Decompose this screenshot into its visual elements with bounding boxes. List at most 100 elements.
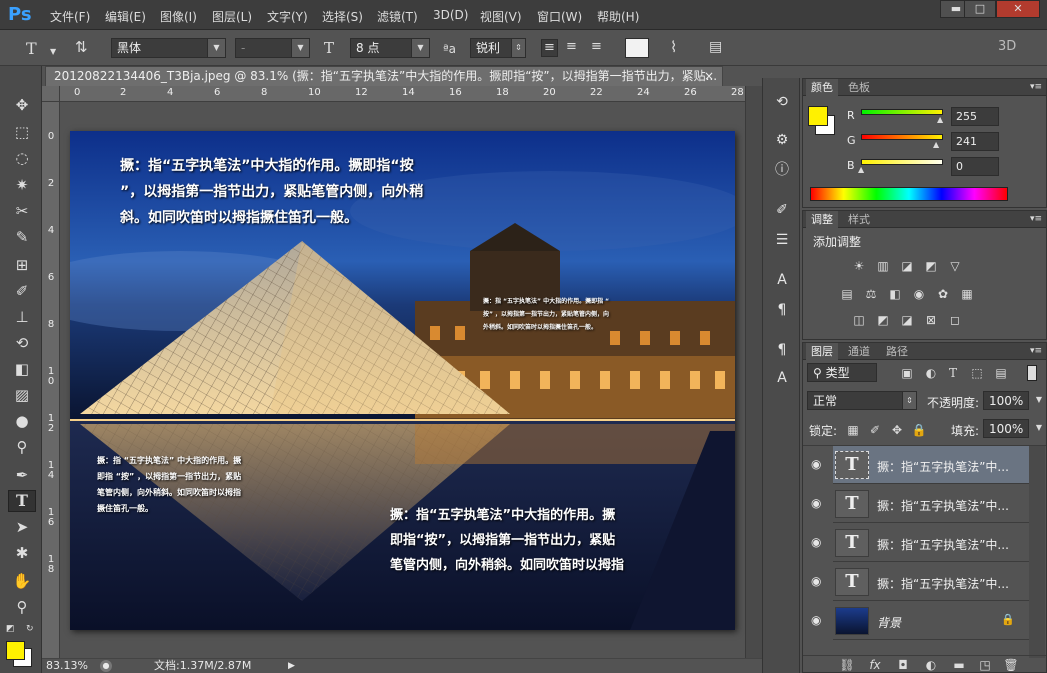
- channel-g-value[interactable]: 241: [951, 132, 999, 151]
- chevron-down-icon[interactable]: ▼: [1031, 421, 1047, 435]
- brush-tool-icon[interactable]: ✐: [8, 280, 36, 302]
- layer-row[interactable]: ▣ 背景 🔒: [833, 602, 1029, 640]
- maximize-button[interactable]: □: [964, 0, 996, 18]
- type-tool-icon[interactable]: T: [8, 490, 36, 512]
- panel-menu-icon[interactable]: ▾≡: [1030, 343, 1042, 360]
- slider-handle-icon[interactable]: ▲: [937, 115, 943, 124]
- layer-name[interactable]: 撅：指“五字执笔法”中...: [877, 497, 1009, 514]
- align-left-icon[interactable]: ≡: [541, 39, 558, 57]
- crop-tool-icon[interactable]: ✂: [8, 200, 36, 222]
- layer-row[interactable]: T 撅：指“五字执笔法”中...: [833, 524, 1029, 562]
- panel-menu-icon[interactable]: ▾≡: [1030, 211, 1042, 228]
- add-mask-icon[interactable]: ◘: [895, 658, 911, 672]
- paragraph-styles-icon[interactable]: ¶: [772, 340, 792, 360]
- gradient-map-icon[interactable]: ⊠: [923, 313, 939, 327]
- tab-channels[interactable]: 通道: [843, 343, 875, 360]
- document-tab[interactable]: 20120822134406_T3Bja.jpeg @ 83.1% (撅：指“五…: [45, 66, 723, 86]
- pen-tool-icon[interactable]: ✒: [8, 464, 36, 486]
- close-window-button[interactable]: ✕: [996, 0, 1040, 18]
- selective-color-icon[interactable]: ◻: [947, 313, 963, 327]
- eraser-tool-icon[interactable]: ◧: [8, 358, 36, 380]
- history-icon[interactable]: ⟲: [772, 92, 792, 112]
- text-orientation-icon[interactable]: ⇅: [75, 39, 88, 55]
- lock-position-icon[interactable]: ✥: [889, 423, 905, 437]
- font-style-select[interactable]: - ▼: [235, 38, 310, 58]
- 3d-mode-label[interactable]: 3D: [998, 39, 1016, 55]
- info-cam-icon[interactable]: ⚙: [772, 130, 792, 150]
- filter-adjustment-icon[interactable]: ◐: [923, 366, 939, 380]
- channel-b-value[interactable]: 0: [951, 157, 999, 176]
- tab-color[interactable]: 颜色: [806, 79, 838, 96]
- default-colors-icon[interactable]: ◩: [6, 624, 15, 634]
- history-brush-icon[interactable]: ⟲: [8, 332, 36, 354]
- text-color-swatch[interactable]: [625, 38, 649, 58]
- panel-menu-icon[interactable]: ▾≡: [1030, 79, 1042, 96]
- slider-handle-icon[interactable]: ▲: [858, 165, 864, 174]
- photo-filter-icon[interactable]: ◉: [911, 287, 927, 301]
- document-canvas[interactable]: 撅：指“五字执笔法”中大指的作用。撅即指“按 ”，以拇指第一指节出力，紧贴笔管内…: [60, 102, 745, 658]
- tab-adjustments[interactable]: 调整: [806, 211, 838, 228]
- healing-brush-icon[interactable]: ⊞: [8, 254, 36, 276]
- paragraph-icon[interactable]: ¶: [772, 300, 792, 320]
- visibility-eye-icon[interactable]: ◉: [811, 496, 821, 510]
- dodge-tool-icon[interactable]: ⚲: [8, 436, 36, 458]
- layer-row[interactable]: T 撅：指“五字执笔法”中...: [833, 485, 1029, 523]
- color-spectrum-bar[interactable]: [810, 187, 1008, 201]
- menu-view[interactable]: 视图(V): [480, 8, 522, 25]
- text-layer-left-small[interactable]: 撅：指 “五字执笔法” 中大指的作用。撅 即指 “按” ，以拇指第一指节出力，紧…: [97, 453, 241, 517]
- lock-pixels-icon[interactable]: ✐: [867, 423, 883, 437]
- channel-r-value[interactable]: 255: [951, 107, 999, 126]
- slider-handle-icon[interactable]: ▲: [933, 140, 939, 149]
- exposure-icon[interactable]: ◩: [923, 259, 939, 273]
- info-icon[interactable]: ⓘ: [772, 160, 792, 180]
- zoom-level[interactable]: 83.13%: [46, 659, 88, 673]
- filter-pixel-icon[interactable]: ▣: [899, 366, 915, 380]
- chevron-down-icon[interactable]: ▼: [1031, 393, 1047, 407]
- menu-filter[interactable]: 滤镜(T): [377, 8, 418, 25]
- louvre-photo[interactable]: 撅：指“五字执笔法”中大指的作用。撅即指“按 ”，以拇指第一指节出力，紧贴笔管内…: [70, 131, 735, 630]
- status-menu-arrow-icon[interactable]: ▶: [288, 659, 295, 673]
- vertical-scrollbar[interactable]: [745, 86, 762, 658]
- layer-name[interactable]: 撅：指“五字执笔法”中...: [877, 536, 1009, 553]
- opacity-input[interactable]: 100%: [983, 391, 1029, 410]
- menu-image[interactable]: 图像(I): [160, 8, 197, 25]
- brush-presets-icon[interactable]: ✐: [772, 200, 792, 220]
- eyedropper-tool-icon[interactable]: ✎: [8, 226, 36, 248]
- filter-type-icon[interactable]: T: [945, 366, 961, 380]
- type-tool-preset-icon[interactable]: T: [26, 39, 37, 58]
- new-layer-icon[interactable]: ◳: [977, 658, 993, 672]
- preset-dropdown-icon[interactable]: ▼: [50, 44, 56, 60]
- path-selection-icon[interactable]: ➤: [8, 516, 36, 538]
- levels-icon[interactable]: ▥: [875, 259, 891, 273]
- menu-edit[interactable]: 编辑(E): [105, 8, 146, 25]
- shape-tool-icon[interactable]: ✱: [8, 542, 36, 564]
- blend-mode-select[interactable]: 正常 ⇕: [807, 391, 917, 410]
- visibility-eye-icon[interactable]: ◉: [811, 574, 821, 588]
- tool-presets-icon[interactable]: ☰: [772, 230, 792, 250]
- menu-layer[interactable]: 图层(L): [212, 8, 252, 25]
- lock-all-icon[interactable]: 🔒: [911, 423, 927, 437]
- visibility-eye-icon[interactable]: ◉: [811, 613, 821, 627]
- invert-icon[interactable]: ◫: [851, 313, 867, 327]
- black-white-icon[interactable]: ◧: [887, 287, 903, 301]
- zoom-tool-icon[interactable]: ⚲: [8, 596, 36, 618]
- new-group-icon[interactable]: ▬: [951, 658, 967, 672]
- text-layer-mid-small[interactable]: 撅：指 “五字执笔法” 中大指的作用。撅即指 “ 按” ，以拇指第一指节出力，紧…: [483, 295, 609, 334]
- text-layer-top-left[interactable]: 撅：指“五字执笔法”中大指的作用。撅即指“按 ”，以拇指第一指节出力，紧贴笔管内…: [120, 153, 423, 231]
- align-center-icon[interactable]: ≡: [566, 39, 577, 55]
- lock-transparent-icon[interactable]: ▦: [845, 423, 861, 437]
- tab-paths[interactable]: 路径: [881, 343, 913, 360]
- clone-stamp-icon[interactable]: ⊥: [8, 306, 36, 328]
- tab-layers[interactable]: 图层: [806, 343, 838, 360]
- color-lookup-icon[interactable]: ▦: [959, 287, 975, 301]
- hand-tool-icon[interactable]: ✋: [8, 570, 36, 592]
- menu-window[interactable]: 窗口(W): [537, 8, 582, 25]
- color-fg-swatch[interactable]: [808, 106, 828, 126]
- channel-b-slider[interactable]: [861, 159, 943, 165]
- layer-row[interactable]: T 撅：指“五字执笔法”中...: [833, 563, 1029, 601]
- curves-icon[interactable]: ◪: [899, 259, 915, 273]
- foreground-color-swatch[interactable]: [6, 641, 25, 660]
- menu-3d[interactable]: 3D(D): [433, 8, 468, 22]
- menu-type[interactable]: 文字(Y): [267, 8, 308, 25]
- tab-swatches[interactable]: 色板: [843, 79, 875, 96]
